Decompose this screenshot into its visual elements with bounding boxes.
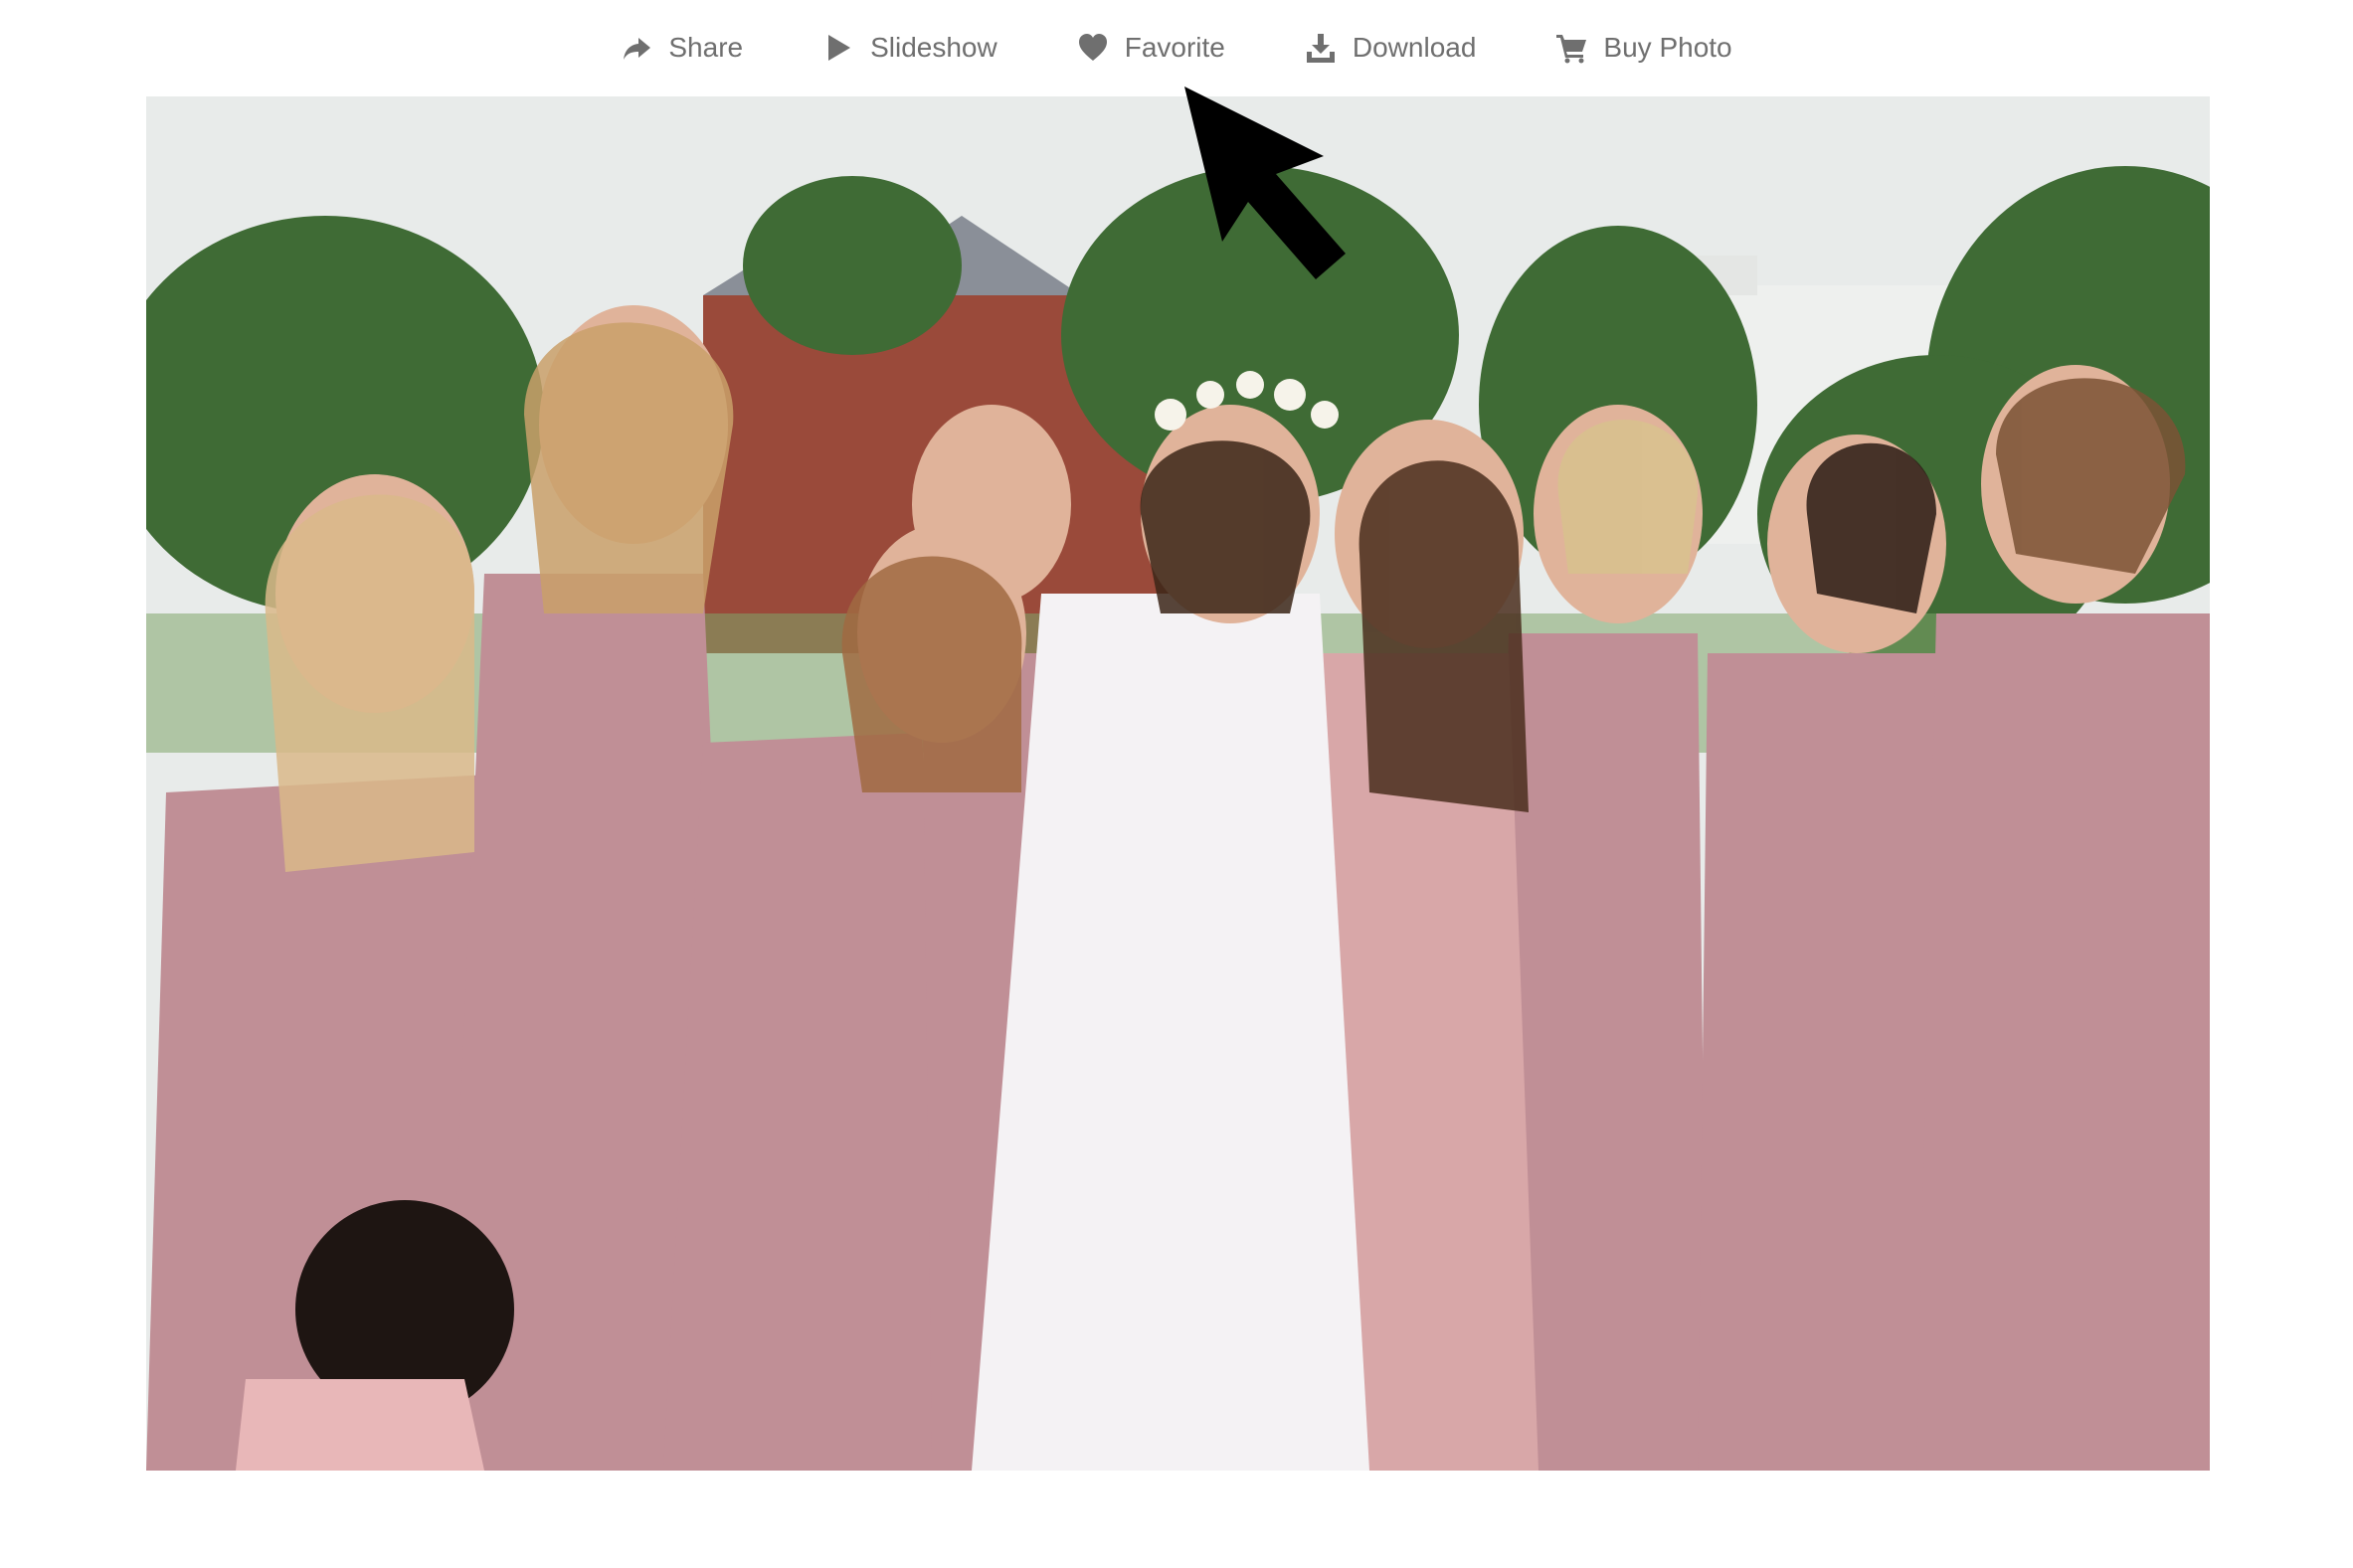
- share-button[interactable]: Share: [621, 32, 743, 64]
- buy-photo-button[interactable]: Buy Photo: [1555, 32, 1732, 64]
- cart-icon: [1555, 32, 1587, 64]
- play-icon: [822, 32, 854, 64]
- slideshow-button[interactable]: Slideshow: [822, 32, 997, 64]
- wedding-photo[interactable]: [146, 96, 2210, 1471]
- heart-icon: [1077, 32, 1109, 64]
- wedding-photo-illustration: [146, 96, 2210, 1471]
- download-icon: [1305, 32, 1337, 64]
- photo-toolbar: Share Slideshow Favorite Download Buy Ph…: [0, 20, 2353, 76]
- download-button[interactable]: Download: [1305, 32, 1477, 64]
- favorite-button[interactable]: Favorite: [1077, 32, 1225, 64]
- buy-photo-label: Buy Photo: [1603, 32, 1732, 63]
- favorite-label: Favorite: [1124, 32, 1225, 63]
- bride-dress: [972, 594, 1369, 1471]
- photo-viewer: Share Slideshow Favorite Download Buy Ph…: [0, 0, 2353, 1568]
- share-icon: [621, 32, 652, 64]
- download-label: Download: [1352, 32, 1477, 63]
- slideshow-label: Slideshow: [870, 32, 997, 63]
- share-label: Share: [668, 32, 744, 63]
- arrow-cursor-icon: [1178, 85, 1358, 283]
